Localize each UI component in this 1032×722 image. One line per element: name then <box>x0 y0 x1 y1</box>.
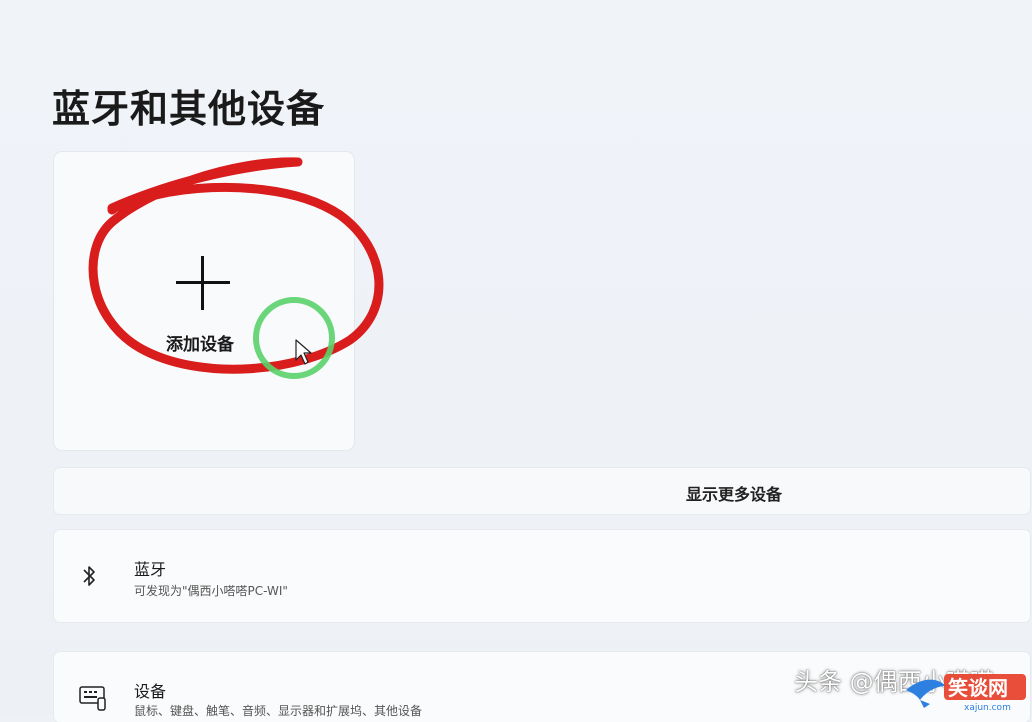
site-logo-text: 笑谈网 <box>948 676 1008 700</box>
devices-title: 设备 <box>134 682 167 701</box>
show-more-devices-label[interactable]: 显示更多设备 <box>686 481 782 505</box>
plus-icon[interactable] <box>176 256 230 310</box>
settings-page: 蓝牙和其他设备 添加设备 显示更多设备 蓝牙 可发现为"偶西小嗒嗒PC-WI" … <box>0 0 1032 722</box>
page-title: 蓝牙和其他设备 <box>52 87 326 131</box>
site-logo-url: xajun.com <box>964 703 1011 712</box>
bluetooth-title: 蓝牙 <box>134 560 167 579</box>
bluetooth-subtitle: 可发现为"偶西小嗒嗒PC-WI" <box>134 584 288 598</box>
devices-subtitle: 鼠标、键盘、触笔、音频、显示器和扩展坞、其他设备 <box>134 704 423 718</box>
bluetooth-icon <box>83 566 95 586</box>
keyboard-icon <box>79 686 106 711</box>
site-logo: 笑谈网 xajun.com <box>906 674 1026 712</box>
show-more-devices-button[interactable]: 显示更多设备 <box>54 468 1030 514</box>
add-device-label[interactable]: 添加设备 <box>166 330 234 355</box>
bluetooth-row[interactable]: 蓝牙 可发现为"偶西小嗒嗒PC-WI" <box>54 530 1030 622</box>
